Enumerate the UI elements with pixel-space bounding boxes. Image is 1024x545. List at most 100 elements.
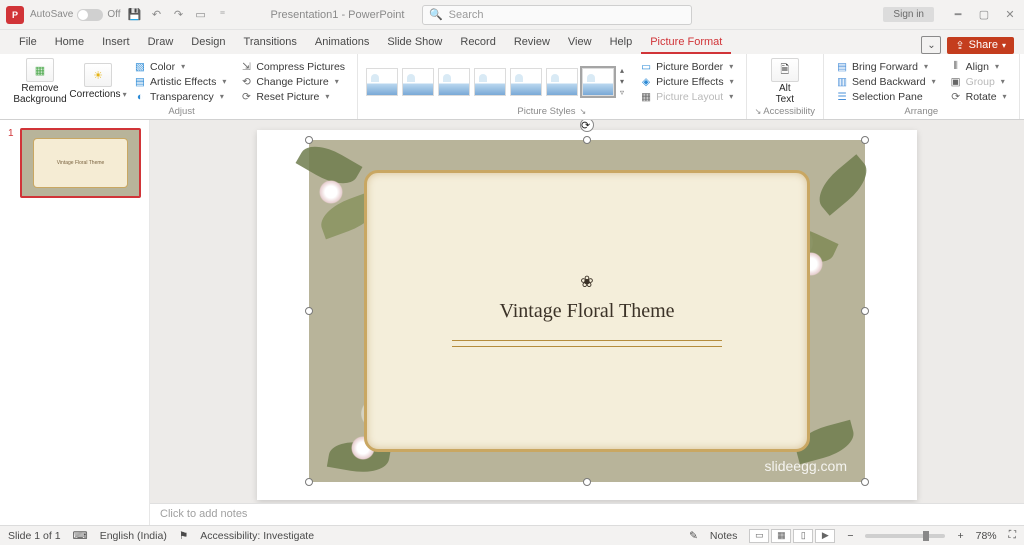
send-backward-icon: ▥	[836, 76, 848, 88]
style-thumb[interactable]	[366, 68, 398, 96]
artistic-effects-button[interactable]: ▤Artistic Effects	[130, 75, 230, 89]
resize-handle[interactable]	[861, 307, 869, 315]
slide-canvas[interactable]: ❀ Vintage Floral Theme slideegg.com ⟳	[150, 120, 1024, 503]
notes-pane[interactable]: Click to add notes	[150, 503, 1024, 525]
resize-handle[interactable]	[861, 478, 869, 486]
gallery-more-icon[interactable]: ▿	[620, 88, 624, 97]
reading-view-button[interactable]: ▯	[793, 529, 813, 543]
leaf-icon	[810, 154, 875, 216]
toggle-icon[interactable]	[77, 9, 103, 21]
picture-layout-button: ▦Picture Layout	[636, 90, 738, 104]
group-label-accessibility: ↘Accessibility	[755, 106, 815, 118]
group-arrange: ▤Bring Forward ▥Send Backward ☰Selection…	[824, 54, 1020, 119]
zoom-in-button[interactable]: +	[957, 530, 963, 542]
status-accessibility[interactable]: Accessibility: Investigate	[200, 530, 314, 542]
reset-picture-button[interactable]: ⟳Reset Picture	[236, 90, 349, 104]
artistic-icon: ▤	[134, 76, 146, 88]
bring-forward-button[interactable]: ▤Bring Forward	[832, 60, 940, 74]
save-icon[interactable]: 💾	[127, 7, 143, 23]
minimize-icon[interactable]: ━	[950, 7, 966, 23]
zoom-out-button[interactable]: −	[847, 530, 853, 542]
share-label: Share	[969, 39, 998, 51]
selection-pane-button[interactable]: ☰Selection Pane	[832, 90, 940, 104]
fit-to-window-button[interactable]: ⛶	[1009, 529, 1016, 542]
picture-border-button[interactable]: ▭Picture Border	[636, 60, 738, 74]
style-thumb[interactable]	[438, 68, 470, 96]
lang-icon[interactable]: ⌨	[73, 530, 88, 542]
compress-pictures-button[interactable]: ⇲Compress Pictures	[236, 60, 349, 74]
tab-slide-show[interactable]: Slide Show	[378, 32, 451, 54]
slideshow-view-button[interactable]: ▶	[815, 529, 835, 543]
redo-icon[interactable]: ↷	[171, 7, 187, 23]
close-icon[interactable]: ✕	[1002, 7, 1018, 23]
resize-handle[interactable]	[861, 136, 869, 144]
autosave-toggle[interactable]: AutoSave Off	[30, 9, 121, 21]
zoom-slider[interactable]	[865, 534, 945, 538]
corrections-button[interactable]: ☀ Corrections	[72, 63, 124, 100]
tab-review[interactable]: Review	[505, 32, 559, 54]
tab-draw[interactable]: Draw	[139, 32, 183, 54]
ribbon-tabs: FileHomeInsertDrawDesignTransitionsAnima…	[0, 30, 1024, 54]
resize-handle[interactable]	[305, 307, 313, 315]
remove-bg-label: RemoveBackground	[13, 84, 66, 105]
tab-view[interactable]: View	[559, 32, 601, 54]
tab-record[interactable]: Record	[451, 32, 504, 54]
dialog-launcher-icon[interactable]: ↘	[580, 107, 587, 116]
tab-insert[interactable]: Insert	[93, 32, 139, 54]
resize-handle[interactable]	[583, 136, 591, 144]
rotate-button[interactable]: ⟳Rotate	[946, 90, 1011, 104]
resize-handle[interactable]	[305, 478, 313, 486]
gallery-down-icon[interactable]: ▾	[620, 77, 624, 86]
style-thumb[interactable]	[510, 68, 542, 96]
rotation-handle[interactable]: ⟳	[580, 120, 594, 132]
tab-help[interactable]: Help	[601, 32, 642, 54]
title-bar: P AutoSave Off 💾 ↶ ↷ ▭ ⁼ Presentation1 -…	[0, 0, 1024, 30]
style-thumb[interactable]	[474, 68, 506, 96]
normal-view-button[interactable]: ▭	[749, 529, 769, 543]
tab-file[interactable]: File	[10, 32, 46, 54]
search-icon: 🔍	[429, 8, 443, 21]
alt-text-button[interactable]: 🗎 AltText	[759, 58, 811, 105]
picture-style-gallery[interactable]: ▴ ▾ ▿	[366, 66, 624, 97]
accessibility-icon[interactable]: ⚑	[179, 530, 188, 542]
tab-transitions[interactable]: Transitions	[235, 32, 306, 54]
style-thumb[interactable]	[546, 68, 578, 96]
slide-thumbnail[interactable]: Vintage Floral Theme	[20, 128, 141, 198]
status-bar: Slide 1 of 1 ⌨ English (India) ⚑ Accessi…	[0, 525, 1024, 545]
maximize-icon[interactable]: ▢	[976, 7, 992, 23]
resize-handle[interactable]	[583, 478, 591, 486]
align-button[interactable]: ⫴Align	[946, 60, 1011, 74]
slide[interactable]: ❀ Vintage Floral Theme slideegg.com ⟳	[257, 130, 917, 500]
picture-effects-button[interactable]: ◈Picture Effects	[636, 75, 738, 89]
resize-handle[interactable]	[305, 136, 313, 144]
ornament-icon: ❀	[580, 272, 593, 292]
qat-more-icon[interactable]: ⁼	[215, 7, 231, 23]
sign-in-button[interactable]: Sign in	[883, 7, 934, 22]
transparency-button[interactable]: ◐Transparency	[130, 90, 230, 104]
style-thumb-selected[interactable]	[582, 68, 614, 96]
search-placeholder: Search	[449, 9, 484, 21]
send-backward-button[interactable]: ▥Send Backward	[832, 75, 940, 89]
tab-home[interactable]: Home	[46, 32, 93, 54]
share-button[interactable]: ⇪ Share ▾	[947, 37, 1014, 54]
tab-picture-format[interactable]: Picture Format	[641, 32, 731, 54]
zoom-level[interactable]: 78%	[976, 530, 997, 542]
remove-background-button[interactable]: ▦ RemoveBackground	[14, 58, 66, 105]
remove-bg-icon: ▦	[35, 64, 45, 77]
sorter-view-button[interactable]: ▦	[771, 529, 791, 543]
undo-icon[interactable]: ↶	[149, 7, 165, 23]
selected-picture[interactable]: ❀ Vintage Floral Theme slideegg.com ⟳	[309, 140, 865, 482]
status-language[interactable]: English (India)	[100, 530, 167, 542]
color-button[interactable]: ▧Color	[130, 60, 230, 74]
status-notes-button[interactable]: Notes	[710, 530, 737, 542]
start-from-begin-icon[interactable]: ▭	[193, 7, 209, 23]
change-picture-button[interactable]: ⟲Change Picture	[236, 75, 349, 89]
slide-panel[interactable]: 1 Vintage Floral Theme	[0, 120, 150, 525]
style-thumb[interactable]	[402, 68, 434, 96]
notes-icon[interactable]: ✎	[689, 530, 698, 542]
tab-animations[interactable]: Animations	[306, 32, 378, 54]
search-box[interactable]: 🔍 Search	[422, 5, 692, 25]
tab-design[interactable]: Design	[182, 32, 234, 54]
ribbon-display-options-icon[interactable]: ⌄	[921, 36, 941, 54]
gallery-up-icon[interactable]: ▴	[620, 66, 624, 75]
